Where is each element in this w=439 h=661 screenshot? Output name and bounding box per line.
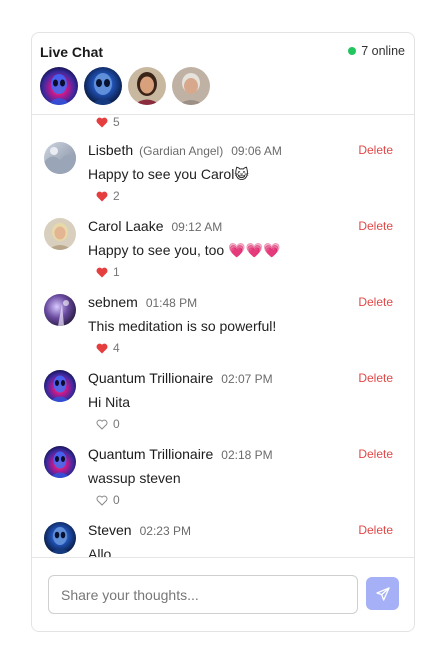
like-count: 2 (113, 189, 120, 203)
online-dot-icon (348, 47, 357, 55)
send-icon (375, 586, 390, 601)
like-button[interactable]: 0 (96, 493, 120, 507)
message-time: 02:07 PM (221, 372, 273, 386)
online-count: 7 online (361, 44, 405, 58)
heart-filled-icon (96, 191, 108, 201)
carol-avatar[interactable] (44, 218, 76, 250)
message-time: 02:18 PM (221, 448, 273, 462)
message-text: This meditation is so powerful! (88, 318, 277, 334)
quantum-trillionaire-avatar[interactable] (44, 370, 76, 402)
heart-filled-icon (96, 343, 108, 353)
author-name[interactable]: Quantum Trillionaire (88, 370, 213, 386)
message-meta: Steven 02:23 PM (88, 522, 191, 538)
message-text: wassup steven (88, 470, 181, 486)
delete-button[interactable]: Delete (358, 371, 393, 385)
like-count: 1 (113, 265, 120, 279)
man-avatar[interactable] (172, 67, 210, 105)
message-list[interactable]: 5 Lisbeth (Gardian Angel) 09:06 AM Delet… (32, 115, 414, 559)
send-button[interactable] (366, 577, 399, 610)
quantum-trillionaire-avatar[interactable] (44, 446, 76, 478)
heart-outline-icon (96, 419, 108, 430)
like-count: 4 (113, 341, 120, 355)
chat-title: Live Chat (40, 44, 104, 60)
lisbeth-avatar[interactable] (44, 142, 76, 174)
chat-message: Lisbeth (Gardian Angel) 09:06 AM Delete … (32, 142, 414, 218)
chat-message: Steven 02:23 PM Delete Allo (32, 522, 414, 559)
author-name[interactable]: Quantum Trillionaire (88, 446, 213, 462)
message-time: 09:06 AM (231, 144, 282, 158)
heart-filled-icon (96, 267, 108, 277)
delete-button[interactable]: Delete (358, 523, 393, 537)
chat-message: Carol Laake 09:12 AM Delete Happy to see… (32, 218, 414, 294)
author-name[interactable]: Steven (88, 522, 132, 538)
author-name[interactable]: Carol Laake (88, 218, 164, 234)
chat-message: Quantum Trillionaire 02:07 PM Delete Hi … (32, 370, 414, 446)
message-text: Happy to see you, too 💗💗💗 (88, 242, 281, 258)
alien-blue-avatar[interactable] (40, 67, 78, 105)
online-users-avatars (40, 67, 210, 105)
message-meta: Carol Laake 09:12 AM (88, 218, 222, 234)
heart-filled-icon (96, 117, 108, 127)
sebnem-avatar[interactable] (44, 294, 76, 326)
like-count: 0 (113, 493, 120, 507)
message-time: 01:48 PM (145, 296, 198, 310)
message-meta: Quantum Trillionaire 02:18 PM (88, 446, 273, 462)
message-text: Hi Nita (88, 394, 131, 410)
chat-header: Live Chat 7 online (32, 33, 414, 115)
message-meta: sebnem 01:48 PM (88, 294, 197, 310)
message-meta: Quantum Trillionaire 02:07 PM (88, 370, 273, 386)
like-count: 0 (113, 417, 120, 431)
author-name[interactable]: sebnem (88, 294, 138, 310)
alien-dark-avatar[interactable] (84, 67, 122, 105)
live-chat-panel: Live Chat 7 online 5 Lisbeth (Gardian An… (31, 32, 415, 632)
message-time: 09:12 AM (171, 220, 223, 234)
delete-button[interactable]: Delete (358, 295, 393, 309)
message-input[interactable] (48, 575, 358, 614)
like-button[interactable]: 1 (96, 265, 120, 279)
chat-message: Quantum Trillionaire 02:18 PM Delete was… (32, 446, 414, 522)
like-button[interactable]: 4 (96, 341, 120, 355)
like-button[interactable]: 2 (96, 189, 120, 203)
message-composer (32, 557, 414, 631)
like-button[interactable]: 5 (96, 115, 120, 129)
author-role: (Gardian Angel) (139, 144, 224, 158)
steven-avatar[interactable] (44, 522, 76, 554)
chat-message: sebnem 01:48 PM Delete This meditation i… (32, 294, 414, 370)
delete-button[interactable]: Delete (358, 143, 393, 157)
delete-button[interactable]: Delete (358, 219, 393, 233)
heart-outline-icon (96, 495, 108, 506)
message-time: 02:23 PM (139, 524, 191, 538)
delete-button[interactable]: Delete (358, 447, 393, 461)
message-meta: Lisbeth (Gardian Angel) 09:06 AM (88, 142, 282, 158)
message-text: Happy to see you Carol😺 (88, 166, 249, 182)
like-count: 5 (113, 115, 120, 129)
like-button[interactable]: 0 (96, 417, 120, 431)
woman-avatar[interactable] (128, 67, 166, 105)
author-name[interactable]: Lisbeth (88, 142, 133, 158)
online-status: 7 online (348, 44, 405, 58)
